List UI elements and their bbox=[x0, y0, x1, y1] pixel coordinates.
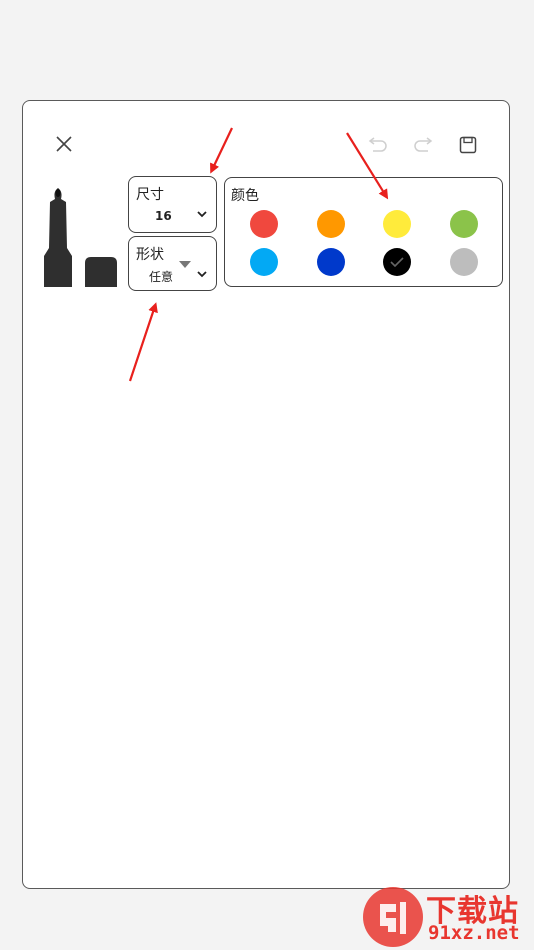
watermark-url: 91xz.net bbox=[428, 922, 520, 944]
arrow-to-size bbox=[210, 127, 233, 174]
watermark-logo-icon bbox=[363, 887, 423, 947]
arrow-to-shape bbox=[128, 302, 158, 382]
arrow-to-yellow bbox=[346, 132, 389, 200]
annotation-arrows bbox=[128, 127, 389, 382]
watermark: 下载站 91xz.net bbox=[360, 884, 534, 950]
